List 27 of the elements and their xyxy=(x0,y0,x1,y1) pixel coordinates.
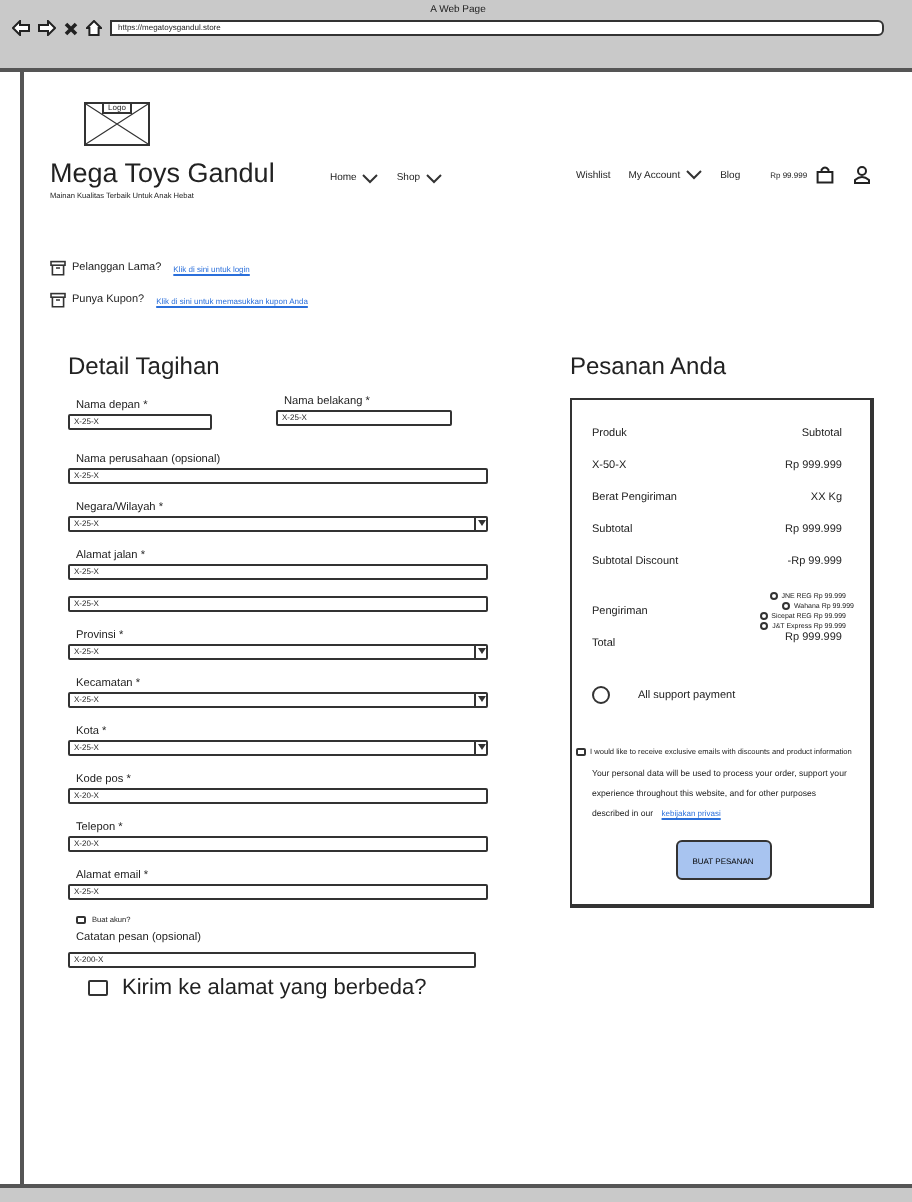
dropdown-arrow-icon[interactable] xyxy=(477,744,485,750)
checkbox[interactable] xyxy=(576,748,586,756)
close-icon[interactable] xyxy=(64,21,78,35)
radio-button[interactable] xyxy=(781,602,790,610)
dropdown-arrow-icon[interactable] xyxy=(477,696,485,702)
radio-button[interactable] xyxy=(592,686,610,704)
checkbox-label: Kirim ke alamat yang berbeda? xyxy=(122,976,427,1000)
radio-button[interactable] xyxy=(769,592,778,600)
archive-icon xyxy=(50,292,66,308)
archive-icon xyxy=(50,260,66,276)
user-icon[interactable] xyxy=(853,166,870,184)
dropdown-arrow-icon[interactable] xyxy=(477,648,485,654)
bag-icon[interactable] xyxy=(815,166,834,184)
radio-button[interactable] xyxy=(759,612,768,620)
brand-name: Mega Toys Gandul xyxy=(50,158,277,188)
dropdown-arrow-icon[interactable] xyxy=(477,520,485,526)
chevron-icon xyxy=(362,173,379,183)
radio-button[interactable] xyxy=(760,622,769,630)
section-title: Detail Tagihan xyxy=(68,352,222,380)
forward-icon[interactable] xyxy=(38,20,56,36)
chevron-icon xyxy=(686,170,703,180)
checkbox[interactable] xyxy=(76,916,86,924)
chevron-icon xyxy=(426,173,443,183)
checkbox[interactable] xyxy=(88,980,108,996)
section-title: Pesanan Anda xyxy=(570,352,729,380)
back-icon[interactable] xyxy=(12,20,30,36)
home-icon[interactable] xyxy=(86,20,102,36)
